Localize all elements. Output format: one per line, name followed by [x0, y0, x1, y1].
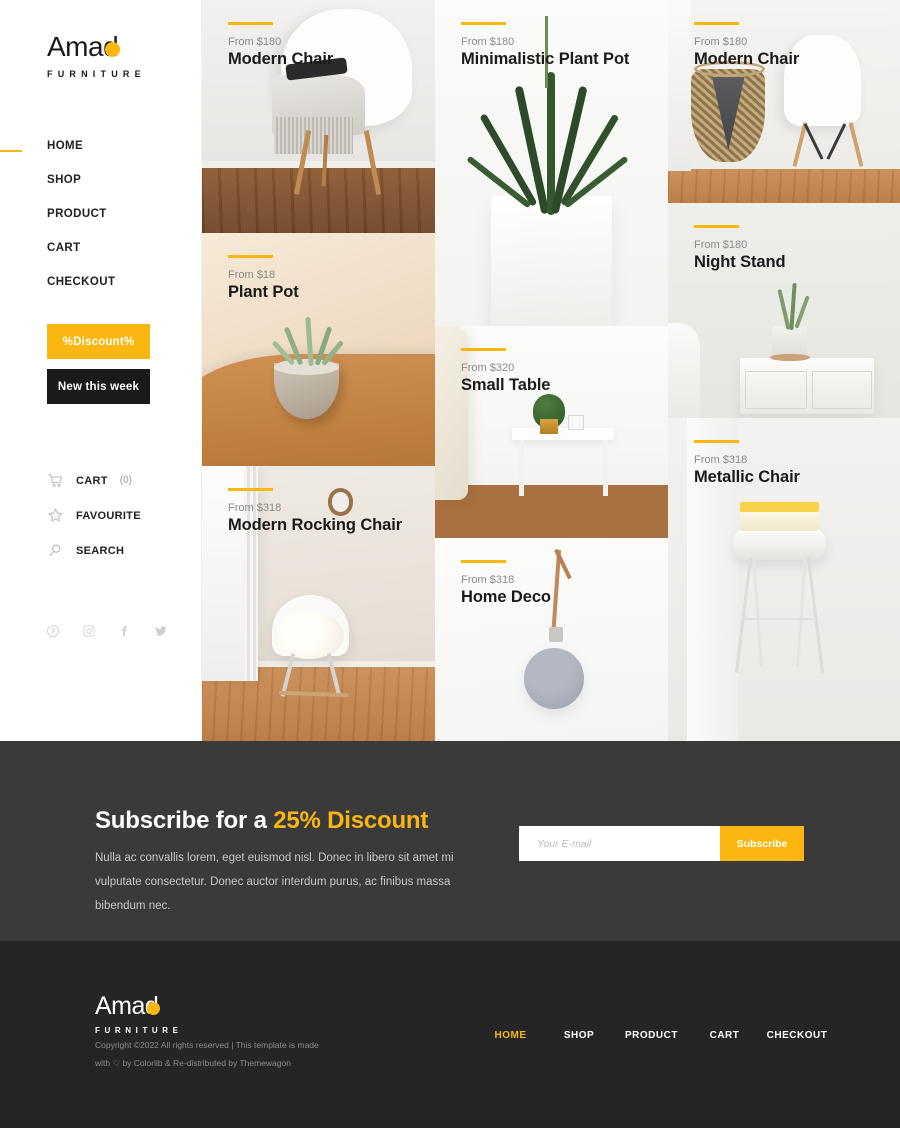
search-icon	[47, 542, 64, 559]
footer-item-checkout[interactable]: CHECKOUT	[761, 1030, 833, 1041]
accent-bar	[694, 22, 739, 25]
product-title: Plant Pot	[228, 282, 299, 301]
footer-logo[interactable]: Amad FURNITURE	[95, 994, 183, 1036]
subscribe-heading: Subscribe for a 25% Discount	[95, 807, 428, 835]
favourite-label: FAVOURITE	[76, 509, 141, 522]
footer-item-cart[interactable]: CART	[688, 1030, 761, 1041]
copyright-text: Copyright ©2022 All rights reserved | Th…	[95, 1040, 319, 1068]
product-price: From $318	[228, 501, 282, 514]
subscribe-button[interactable]: Subscribe	[720, 826, 804, 861]
product-meta: From $180 Modern Chair	[694, 22, 799, 69]
facebook-icon[interactable]	[118, 624, 132, 638]
product-card-modern-chair-2[interactable]: From $180 Modern Chair	[668, 0, 900, 203]
product-title: Modern Chair	[228, 49, 334, 68]
subscribe-body: Nulla ac convallis lorem, eget euismod n…	[95, 852, 454, 913]
sidebar-item-home[interactable]: HOME	[47, 140, 197, 152]
product-card-metallic-chair[interactable]: From $318 Metallic Chair	[668, 418, 900, 741]
product-card-modern-chair[interactable]: From $180 Modern Chair	[202, 0, 435, 233]
product-grid: From $180 Modern Chair From $18 Plant Po…	[202, 0, 900, 741]
product-card-night-stand[interactable]: From $180 Night Stand	[668, 203, 900, 418]
product-meta: From $180 Night Stand	[694, 225, 786, 272]
product-card-modern-rocking-chair[interactable]: From $318 Modern Rocking Chair	[202, 466, 435, 741]
star-icon	[47, 507, 64, 524]
utility-links: CART (0) FAVOURITE SEARCH	[47, 472, 197, 577]
twitter-icon[interactable]	[154, 624, 168, 638]
product-title: Home Deco	[461, 587, 551, 606]
accent-bar	[694, 440, 739, 443]
subscribe-heading-plain: Subscribe for a	[95, 807, 274, 834]
cart-label: CART	[76, 474, 108, 487]
footer-logo-tagline: FURNITURE	[95, 1026, 183, 1035]
product-price: From $180	[694, 238, 748, 251]
accent-bar	[228, 488, 273, 491]
product-price: From $18	[228, 268, 276, 281]
sidebar-item-shop[interactable]: SHOP	[47, 174, 197, 186]
cart-icon	[47, 472, 64, 489]
accent-bar	[694, 225, 739, 228]
instagram-icon[interactable]	[82, 624, 96, 638]
accent-bar	[228, 22, 273, 25]
discount-button[interactable]: %Discount%	[47, 324, 150, 359]
search-link[interactable]: SEARCH	[47, 542, 197, 559]
product-price: From $180	[461, 35, 515, 48]
logo-tagline: FURNITURE	[47, 69, 146, 79]
product-meta: From $18 Plant Pot	[228, 255, 299, 302]
search-label: SEARCH	[76, 544, 125, 557]
product-meta: From $320 Small Table	[461, 348, 550, 395]
product-price: From $318	[694, 453, 748, 466]
cart-link[interactable]: CART (0)	[47, 472, 197, 489]
product-meta: From $180 Minimalistic Plant Pot	[461, 22, 629, 69]
cart-count: (0)	[119, 475, 132, 486]
page-root: Amad FURNITURE HOME SHOP PRODUCT CART CH…	[0, 0, 900, 1128]
main-nav: HOME SHOP PRODUCT CART CHECKOUT	[47, 140, 197, 310]
logo[interactable]: Amad FURNITURE	[47, 33, 146, 80]
subscribe-heading-highlight: 25% Discount	[273, 807, 429, 834]
email-field[interactable]	[519, 826, 720, 861]
product-meta: From $180 Modern Chair	[228, 22, 333, 69]
product-card-plant-pot[interactable]: From $18 Plant Pot	[202, 233, 435, 466]
product-card-small-table[interactable]: From $320 Small Table	[435, 326, 668, 538]
product-meta: From $318 Home Deco	[461, 560, 551, 607]
footer-item-home[interactable]: HOME	[478, 1030, 543, 1041]
product-card-home-deco[interactable]: From $318 Home Deco	[435, 538, 668, 741]
footer-logo-dot-icon	[147, 1002, 161, 1015]
accent-bar	[461, 348, 506, 351]
product-title: Small Table	[461, 375, 551, 394]
logo-text: Amad	[47, 33, 146, 61]
product-title: Modern Rocking Chair	[228, 515, 403, 534]
footer-item-shop[interactable]: SHOP	[543, 1030, 615, 1041]
sidebar-item-product[interactable]: PRODUCT	[47, 208, 197, 220]
product-title: Night Stand	[694, 252, 786, 271]
sidebar: Amad FURNITURE HOME SHOP PRODUCT CART CH…	[0, 0, 202, 741]
product-price: From $318	[461, 573, 515, 586]
product-meta: From $318 Modern Rocking Chair	[228, 488, 402, 535]
product-price: From $320	[461, 361, 515, 374]
accent-bar	[228, 255, 273, 258]
footer-item-product[interactable]: PRODUCT	[615, 1030, 688, 1041]
sidebar-item-checkout[interactable]: CHECKOUT	[47, 276, 197, 288]
footer-nav: HOME SHOP PRODUCT CART CHECKOUT	[478, 1030, 833, 1041]
favourite-link[interactable]: FAVOURITE	[47, 507, 197, 524]
footer-logo-text: Amad	[95, 994, 183, 1019]
product-title: Modern Chair	[694, 49, 800, 68]
product-title: Metallic Chair	[694, 467, 800, 486]
social-links	[46, 624, 168, 638]
pinterest-icon[interactable]	[46, 624, 60, 638]
product-price: From $180	[694, 35, 748, 48]
accent-bar	[461, 22, 506, 25]
accent-bar	[461, 560, 506, 563]
subscribe-form: Subscribe	[519, 826, 804, 861]
product-meta: From $318 Metallic Chair	[694, 440, 800, 487]
active-nav-marker	[0, 150, 22, 152]
product-title: Minimalistic Plant Pot	[461, 49, 630, 68]
new-this-week-button[interactable]: New this week	[47, 369, 150, 404]
product-card-minimalistic-plant-pot[interactable]: From $180 Minimalistic Plant Pot	[435, 0, 668, 326]
sidebar-item-cart[interactable]: CART	[47, 242, 197, 254]
product-price: From $180	[228, 35, 282, 48]
